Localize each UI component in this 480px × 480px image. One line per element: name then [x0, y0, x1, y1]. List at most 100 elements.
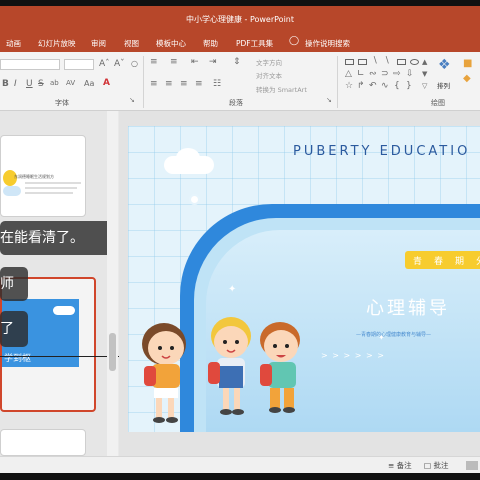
gallery-more-icon[interactable]: ▽ — [422, 83, 427, 90]
shape-curve2-icon[interactable]: ↶ — [369, 82, 377, 91]
comments-button[interactable]: □ 批注 — [424, 460, 448, 471]
normal-view-icon[interactable] — [466, 461, 478, 470]
slide-thumbnail-panel: 东润德睡眠生活规划方 学到枢 在能看清了。 师 了 — [0, 111, 124, 456]
slide-subtext: —青春期的心理健康教育与辅导— — [356, 332, 432, 338]
shadow-button[interactable]: ab — [50, 80, 59, 87]
shape-brace-left-icon[interactable]: { — [394, 82, 400, 91]
tab-pdf-tools[interactable]: PDF工具集 — [236, 38, 273, 49]
bold-button[interactable]: B — [2, 80, 9, 89]
shape-textbox-icon[interactable] — [358, 59, 367, 65]
shape-star-icon[interactable]: ☆ — [345, 82, 353, 91]
font-color-button[interactable]: A — [103, 79, 110, 88]
caption-text-1: 在能看清了。 — [0, 230, 84, 246]
align-right-icon[interactable]: ≡ — [180, 80, 188, 89]
lightbulb-icon: ◯ — [289, 36, 300, 46]
tab-review[interactable]: 审阅 — [91, 38, 106, 49]
paragraph-dialog-launcher-icon[interactable]: ↘ — [326, 97, 332, 104]
ribbon-separator — [143, 56, 144, 108]
shrink-font-icon[interactable]: Aˇ — [114, 60, 125, 69]
change-case-button[interactable]: Aa — [84, 80, 94, 88]
strikethrough-button[interactable]: S — [38, 80, 44, 89]
shape-line-icon[interactable]: ∖ — [372, 57, 378, 66]
powerpoint-window: 中小学心理健康 - PowerPoint 动画 幻灯片放映 审阅 视图 模板中心… — [0, 0, 480, 480]
align-left-icon[interactable]: ≡ — [150, 80, 158, 89]
shape-brace-right-icon[interactable]: } — [406, 82, 412, 91]
text-direction-button[interactable]: 文字方向 — [256, 57, 282, 67]
quick-styles-icon[interactable]: ■ — [463, 59, 472, 69]
shape-arrow-down-icon[interactable]: ⇩ — [406, 70, 414, 79]
arrange-icon[interactable]: ❖ — [438, 58, 451, 72]
font-size-dropdown[interactable] — [64, 59, 94, 70]
shape-lshape-icon[interactable]: ∟ — [357, 70, 365, 79]
tab-help[interactable]: 帮助 — [203, 38, 218, 49]
subtitle-caption: 师 — [0, 267, 28, 301]
align-text-button[interactable]: 对齐文本 — [256, 70, 282, 80]
line-spacing-icon[interactable]: ⇕ — [233, 58, 241, 67]
caption-text-3: 了 — [0, 321, 14, 337]
shape-curve-icon[interactable]: ∾ — [369, 70, 377, 79]
ribbon-separator — [337, 56, 338, 108]
tab-view[interactable]: 视图 — [124, 38, 139, 49]
children-illustration — [142, 317, 300, 423]
sparkle-dot — [191, 196, 198, 203]
shape-wave-icon[interactable]: ∿ — [381, 82, 389, 91]
font-name-dropdown[interactable] — [0, 59, 60, 70]
tab-template-center[interactable]: 模板中心 — [156, 38, 186, 49]
window-title: 中小学心理健康 - PowerPoint — [185, 15, 295, 24]
clear-format-icon[interactable]: ○ — [131, 60, 138, 68]
cloud-icon — [53, 306, 75, 315]
convert-smartart-button[interactable]: 转换为 SmartArt — [256, 84, 307, 94]
bullets-icon[interactable]: ≡ — [150, 58, 158, 67]
screen-bezel — [0, 473, 480, 480]
shape-oval-icon[interactable] — [410, 59, 419, 65]
subtitle-caption: 在能看清了。 — [0, 221, 114, 255]
caption-text-2: 师 — [0, 276, 14, 292]
slide-thumbnail-3[interactable] — [0, 429, 86, 456]
italic-button[interactable]: I — [14, 80, 17, 89]
shape-arrow-right-icon[interactable]: ⇨ — [393, 70, 401, 79]
shape-line2-icon[interactable]: ∖ — [384, 57, 390, 66]
tell-me-search[interactable]: 操作说明搜索 — [305, 38, 350, 49]
grow-font-icon[interactable]: Aˆ — [99, 60, 110, 69]
decrease-indent-icon[interactable]: ⇤ — [191, 58, 199, 67]
slide-thumbnail-1[interactable]: 东润德睡眠生活规划方 — [0, 135, 86, 217]
numbering-icon[interactable]: ≡ — [170, 58, 178, 67]
slide-heading-english: PUBERTY EDUCATIO — [293, 144, 471, 159]
ribbon-tabs: 动画 幻灯片放映 审阅 视图 模板中心 帮助 PDF工具集 ◯ 操作说明搜索 — [0, 35, 480, 52]
gallery-up-icon[interactable]: ▲ — [422, 59, 427, 66]
shape-rectangle-icon[interactable] — [345, 59, 354, 65]
subtitle-caption: 了 — [0, 311, 28, 347]
justify-icon[interactable]: ≡ — [195, 80, 203, 89]
pill-char: 期 — [455, 257, 465, 267]
child-boy-right — [260, 322, 300, 413]
cloud-icon — [3, 186, 21, 196]
pill-char: 青 — [413, 257, 423, 267]
char-spacing-button[interactable]: AV — [66, 80, 75, 87]
title-bar: 中小学心理健康 - PowerPoint — [0, 0, 480, 35]
thumbnail-scrollbar[interactable] — [107, 111, 118, 456]
increase-indent-icon[interactable]: ⇥ — [209, 58, 217, 67]
slide-editing-area: PUBERTY EDUCATIO 青 春 期 分 心理辅导 —青春期的心理健康教… — [119, 111, 480, 456]
arrange-button[interactable]: 排列 — [437, 80, 450, 90]
columns-icon[interactable]: ☷ — [213, 80, 221, 89]
tab-animations[interactable]: 动画 — [6, 38, 21, 49]
current-slide[interactable]: PUBERTY EDUCATIO 青 春 期 分 心理辅导 —青春期的心理健康教… — [128, 126, 480, 432]
tab-slideshow[interactable]: 幻灯片放映 — [38, 38, 76, 49]
notes-button[interactable]: ≡ 备注 — [388, 460, 412, 471]
shape-rect2-icon[interactable] — [397, 59, 406, 65]
ribbon: Aˆ Aˇ ○ B I U S ab AV Aa A 字体 ↘ ≡ ≡ ⇤ ⇥ … — [0, 52, 480, 111]
font-dialog-launcher-icon[interactable]: ↘ — [129, 97, 135, 104]
shape-bend-icon[interactable]: ↱ — [357, 82, 365, 91]
shape-bracket-icon[interactable]: ⊃ — [381, 70, 389, 79]
pill-char: 春 — [434, 257, 444, 267]
pill-char: 分 — [476, 254, 480, 267]
align-center-icon[interactable]: ≡ — [165, 80, 173, 89]
group-label-font: 字体 — [55, 99, 69, 107]
comments-label: 批注 — [433, 461, 449, 470]
gallery-down-icon[interactable]: ▼ — [422, 71, 427, 78]
thumb-title-text: 学到枢 — [4, 354, 32, 364]
scrollbar-thumb[interactable] — [109, 333, 116, 371]
underline-button[interactable]: U — [26, 80, 33, 89]
shape-triangle-icon[interactable]: △ — [345, 70, 352, 79]
shape-fill-icon[interactable]: ◆ — [463, 74, 471, 84]
